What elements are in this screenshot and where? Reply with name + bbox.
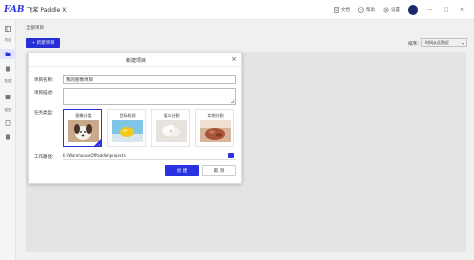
app-title: 飞桨 Paddle X [26, 7, 67, 14]
work-path-underline [63, 159, 236, 160]
sidebar: 项目 数据 模型 [0, 20, 16, 260]
task-card-detection[interactable]: 目标检测 [107, 109, 146, 147]
app-logo: FAB 飞桨 Paddle X [4, 5, 66, 15]
create-button[interactable]: 创 建 [165, 165, 199, 176]
gear-icon [383, 7, 389, 13]
dialog-title: 新建项目 [125, 58, 146, 64]
resize-handle-icon[interactable] [231, 100, 234, 103]
help-link[interactable]: ? 帮助 [358, 7, 375, 13]
doc-icon [5, 134, 11, 140]
maximize-button[interactable]: □ [442, 7, 450, 13]
svg-text:?: ? [360, 8, 362, 12]
docs-label: 文档 [341, 8, 350, 13]
project-name-input[interactable]: 我的图像项目 [63, 75, 236, 84]
logo-mark: FAB [4, 4, 25, 15]
model-icon [5, 120, 11, 126]
gear-icon [5, 94, 11, 100]
project-icon [5, 51, 11, 57]
task-card-classification[interactable]: 图像分类 ✓ [63, 109, 102, 147]
avatar[interactable] [408, 5, 418, 15]
sidebar-item-settings[interactable] [0, 92, 16, 102]
check-icon: ✓ [98, 143, 101, 147]
dialog-divider [29, 66, 243, 67]
task-card-instance[interactable]: 实例分割 [195, 109, 234, 147]
new-project-dialog: 新建项目 × 项目名称: 我的图像项目 项目描述: 任务类型: 图像分类 ✓ 目… [28, 52, 243, 184]
fruit-image [112, 120, 143, 142]
docs-link[interactable]: 文档 [333, 7, 350, 13]
help-icon: ? [358, 7, 364, 13]
project-desc-input[interactable] [63, 88, 236, 105]
help-label: 帮助 [366, 8, 375, 13]
sidebar-item-menu[interactable] [0, 24, 16, 34]
file-icon [5, 66, 11, 72]
sidebar-item-docs[interactable] [0, 132, 16, 142]
folder-icon[interactable] [228, 153, 234, 158]
doc-icon [333, 7, 339, 13]
menu-icon [5, 26, 11, 32]
food-image [200, 120, 231, 142]
sidebar-item-label: 项目 [4, 38, 12, 42]
close-icon[interactable]: × [231, 55, 237, 63]
sidebar-item-label: 模型 [4, 108, 12, 112]
window-close-button[interactable]: × [458, 7, 466, 13]
work-path-value[interactable]: E:\WarehouseOfPaddle\projects [63, 153, 126, 158]
sidebar-item-files[interactable] [0, 64, 16, 74]
sidebar-item-label: 数据 [4, 79, 12, 83]
task-card-label: 目标检测 [119, 113, 136, 118]
minimize-button[interactable]: — [426, 7, 434, 13]
top-actions: 文档 ? 帮助 设置 — □ × [333, 0, 466, 20]
project-desc-label: 项目描述: [34, 91, 54, 96]
task-card-segmentation[interactable]: 语义分割 [151, 109, 190, 147]
task-card-label: 语义分割 [163, 113, 180, 118]
flower-image [156, 120, 187, 142]
cancel-button[interactable]: 取 消 [202, 165, 236, 176]
task-card-label: 实例分割 [207, 113, 224, 118]
work-path-label: 工作路径: [34, 155, 54, 160]
task-type-label: 任务类型: [34, 111, 54, 116]
project-name-label: 项目名称: [34, 78, 54, 83]
top-bar: FAB 飞桨 Paddle X 文档 ? 帮助 设置 — □ × [0, 0, 474, 20]
task-card-label: 图像分类 [75, 113, 92, 118]
sidebar-item-models[interactable] [0, 118, 16, 128]
sidebar-item-projects[interactable] [0, 49, 16, 59]
settings-label: 设置 [391, 8, 400, 13]
project-name-value: 我的图像项目 [66, 77, 93, 83]
settings-link[interactable]: 设置 [383, 7, 400, 13]
